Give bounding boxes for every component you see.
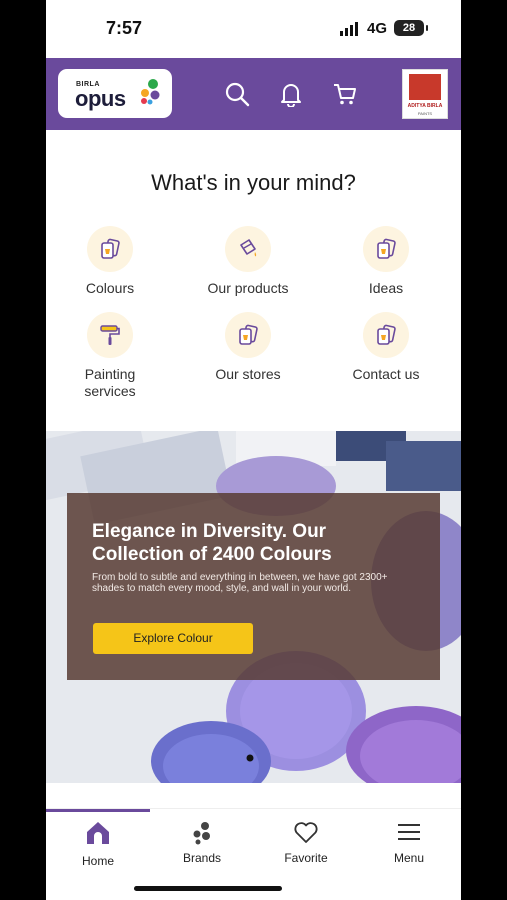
hero-banner[interactable]: Elegance in Diversity. Our Collection of… <box>46 431 461 783</box>
option-label: Ideas <box>368 280 404 296</box>
nav-favorite[interactable]: Favorite <box>254 819 358 865</box>
option-label: Contact us <box>352 366 420 382</box>
brand-mark-icon <box>409 74 441 100</box>
nav-brands[interactable]: Brands <box>150 819 254 865</box>
battery-icon: 28 <box>394 20 428 36</box>
section-title: What's in your mind? <box>151 170 356 195</box>
option-our-products[interactable]: Our products <box>178 226 318 297</box>
menu-icon <box>398 824 420 840</box>
brand-line1: ADITYA BIRLA <box>407 103 443 109</box>
app-screen: 7:57 4G 28 BIRLA opus ADITYA BIRLA PAINT… <box>46 0 461 900</box>
option-label: Painting services <box>84 366 136 399</box>
option-painting-services[interactable]: Painting services <box>46 312 180 400</box>
nav-label: Favorite <box>284 851 328 865</box>
option-icon-bg <box>87 312 133 358</box>
logo-dots-icon <box>141 79 160 105</box>
option-ideas[interactable]: Ideas <box>316 226 456 297</box>
paint-roller-icon <box>100 325 120 345</box>
paint-cards-icon <box>239 324 258 345</box>
paint-cards-icon <box>377 238 396 259</box>
home-icon <box>87 822 109 844</box>
signal-icon <box>340 22 358 36</box>
hero-overlay: Elegance in Diversity. Our Collection of… <box>67 493 440 680</box>
status-bar: 7:57 4G 28 <box>46 0 461 58</box>
option-icon-bg <box>363 226 409 272</box>
status-time: 7:57 <box>106 18 143 38</box>
search-icon[interactable] <box>224 81 250 107</box>
nav-label: Home <box>81 854 114 868</box>
explore-colour-button[interactable]: Explore Colour <box>93 623 253 654</box>
active-tab-indicator <box>46 809 150 812</box>
paint-bucket-icon <box>240 239 257 257</box>
option-icon-bg <box>225 312 271 358</box>
hero-title: Elegance in Diversity. Our Collection of… <box>92 521 332 565</box>
paint-cards-icon <box>377 324 396 345</box>
option-icon-bg <box>225 226 271 272</box>
option-colours[interactable]: Colours <box>46 226 180 297</box>
home-indicator[interactable] <box>134 886 282 891</box>
logo-main-text: opus <box>75 86 126 111</box>
app-header: BIRLA opus ADITYA BIRLA PAINTS <box>46 58 461 130</box>
aditya-birla-logo: ADITYA BIRLA PAINTS <box>402 69 448 119</box>
nav-home[interactable]: Home <box>46 819 150 868</box>
option-label: Our products <box>207 280 289 296</box>
option-label: Our stores <box>215 366 281 382</box>
nav-label: Brands <box>182 851 222 865</box>
option-our-stores[interactable]: Our stores <box>178 312 318 383</box>
option-label: Colours <box>85 280 135 296</box>
option-icon-bg <box>87 226 133 272</box>
nav-menu[interactable]: Menu <box>357 819 461 865</box>
brands-icon <box>193 822 210 845</box>
network-label: 4G <box>367 20 388 37</box>
option-contact-us[interactable]: Contact us <box>316 312 456 383</box>
heart-icon <box>294 822 318 843</box>
bell-icon[interactable] <box>278 81 304 107</box>
nav-label: Menu <box>393 851 425 865</box>
brand-line2: PAINTS <box>417 111 433 116</box>
option-icon-bg <box>363 312 409 358</box>
paint-cards-icon <box>101 238 120 259</box>
bottom-nav: Home Brands Favorite Menu <box>46 808 461 868</box>
cart-icon[interactable] <box>332 81 358 107</box>
opus-logo[interactable]: BIRLA opus <box>58 69 172 118</box>
hero-description: From bold to subtle and everything in be… <box>92 572 388 594</box>
